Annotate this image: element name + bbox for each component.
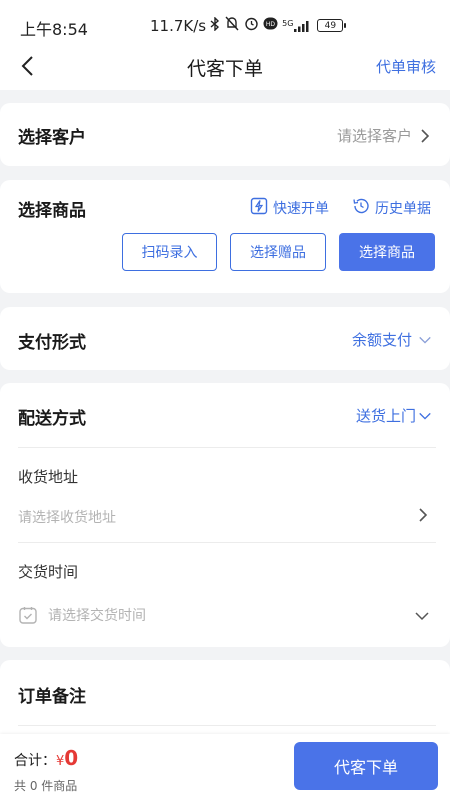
order-total: 合计：¥0	[14, 746, 78, 770]
chevron-right-icon	[418, 128, 432, 143]
customer-placeholder: 请选择客户	[336, 127, 412, 145]
battery-level: 49	[324, 20, 337, 31]
payment-value: 余额支付	[351, 331, 412, 349]
chevron-down-icon	[418, 333, 432, 347]
divider	[18, 447, 436, 448]
item-count: 共 0 件商品	[14, 779, 78, 793]
divider	[18, 542, 436, 543]
lightning-icon	[250, 197, 268, 219]
delivery-value: 送货上门	[355, 407, 416, 425]
address-selector[interactable]: 请选择收货地址	[18, 507, 432, 527]
total-amount: 0	[64, 746, 79, 770]
history-clock-icon	[352, 197, 370, 219]
nav-bar: 代客下单 代单审核	[0, 44, 450, 90]
address-label: 收货地址	[18, 468, 79, 486]
customer-selector[interactable]: 请选择客户	[337, 125, 432, 146]
hd-icon: HD	[263, 17, 278, 34]
quick-order-label: 快速开单	[273, 201, 329, 217]
customer-section-title: 选择客户	[18, 128, 86, 148]
delivery-section-title: 配送方式	[18, 409, 86, 429]
remark-section-title: 订单备注	[18, 687, 86, 707]
network-type: 5G	[282, 18, 294, 28]
goods-section-title: 选择商品	[18, 201, 86, 221]
scan-entry-button[interactable]: 扫码录入	[122, 233, 217, 271]
battery-icon: 49	[317, 19, 347, 32]
divider	[18, 725, 436, 726]
submit-order-button[interactable]: 代客下单	[294, 742, 438, 790]
status-time: 上午8:54	[20, 20, 88, 39]
quick-order-button[interactable]: 快速开单	[250, 197, 329, 219]
chevron-down-icon	[418, 409, 432, 423]
payment-section-title: 支付形式	[18, 333, 86, 353]
history-orders-label: 历史单据	[375, 201, 431, 217]
total-label: 合计：	[14, 753, 56, 769]
chevron-down-icon	[414, 609, 430, 625]
order-review-link[interactable]: 代单审核	[376, 56, 436, 77]
address-placeholder: 请选择收货地址	[18, 510, 116, 526]
calendar-check-icon	[18, 605, 38, 625]
payment-selector[interactable]: 余额支付	[352, 329, 432, 350]
status-indicators: 11.7K/s HD 5G 49	[150, 15, 347, 35]
chevron-right-icon	[418, 507, 428, 527]
select-goods-button[interactable]: 选择商品	[339, 233, 435, 271]
select-gift-button[interactable]: 选择赠品	[230, 233, 326, 271]
history-orders-button[interactable]: 历史单据	[352, 197, 431, 219]
goods-card: 选择商品 快速开单 历史单据 扫码录入 选择赠品 选择商品	[0, 180, 450, 293]
back-icon[interactable]	[14, 52, 40, 80]
bottom-bar: 合计：¥0 共 0 件商品 代客下单	[0, 734, 450, 800]
network-speed: 11.7K/s	[150, 16, 207, 35]
delivery-selector[interactable]: 送货上门	[356, 405, 432, 426]
delivery-time-label: 交货时间	[18, 563, 79, 581]
status-bar: 上午8:54 11.7K/s HD 5G 49	[0, 0, 450, 50]
delivery-time-selector[interactable]: 请选择交货时间	[18, 605, 432, 625]
delivery-time-placeholder: 请选择交货时间	[48, 608, 146, 624]
payment-card[interactable]: 支付形式 余额支付	[0, 307, 450, 370]
delivery-card: 配送方式 送货上门 收货地址 请选择收货地址 交货时间 请选择交货时间	[0, 383, 450, 647]
alarm-icon	[244, 16, 259, 35]
signal-icon: 5G	[282, 18, 310, 32]
customer-card[interactable]: 选择客户 请选择客户	[0, 103, 450, 166]
mute-bell-icon	[224, 16, 240, 35]
svg-text:HD: HD	[266, 21, 276, 28]
bluetooth-icon	[210, 15, 220, 35]
